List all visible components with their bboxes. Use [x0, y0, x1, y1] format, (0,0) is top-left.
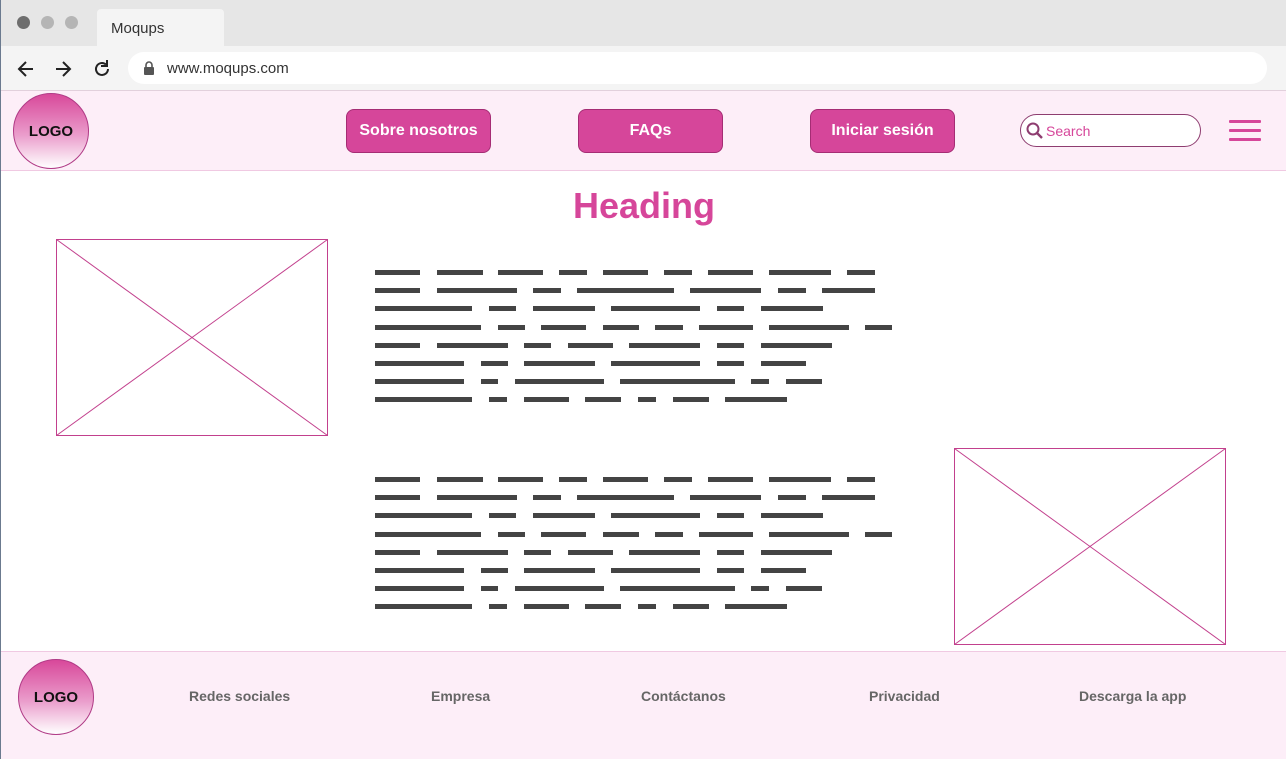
- back-arrow-icon[interactable]: [15, 58, 37, 80]
- footer-link-redes-sociales[interactable]: Redes sociales: [189, 688, 290, 704]
- window-minimize-dot[interactable]: [41, 16, 54, 29]
- footer-link-privacidad[interactable]: Privacidad: [869, 688, 940, 704]
- nav-button-faqs[interactable]: FAQs: [578, 109, 723, 153]
- hamburger-menu-icon[interactable]: [1229, 120, 1261, 142]
- site-header: LOGO Sobre nosotros FAQs Iniciar sesión: [1, 91, 1286, 171]
- forward-arrow-icon[interactable]: [52, 58, 74, 80]
- image-placeholder-icon: [954, 448, 1226, 645]
- browser-tab-bar: Moqups: [1, 0, 1286, 46]
- browser-window: Moqups www.moqups.com LOGO Sobre nosotro…: [0, 0, 1286, 759]
- browser-tab[interactable]: Moqups: [97, 9, 224, 46]
- browser-address-bar: www.moqups.com: [1, 46, 1286, 91]
- page-heading: Heading: [572, 185, 715, 226]
- nav-button-iniciar-sesion[interactable]: Iniciar sesión: [810, 109, 955, 153]
- header-logo[interactable]: LOGO: [13, 93, 89, 169]
- tab-title: Moqups: [111, 20, 165, 37]
- image-placeholder-icon: [56, 239, 328, 436]
- footer-link-empresa[interactable]: Empresa: [431, 688, 490, 704]
- window-close-dot[interactable]: [17, 16, 30, 29]
- footer-link-descarga-la-app[interactable]: Descarga la app: [1079, 688, 1186, 704]
- window-maximize-dot[interactable]: [65, 16, 78, 29]
- site-footer: LOGO Redes sociales Empresa Contáctanos …: [1, 651, 1286, 759]
- url-text: www.moqups.com: [167, 60, 289, 77]
- lock-icon: [144, 61, 154, 75]
- url-field[interactable]: www.moqups.com: [128, 52, 1267, 84]
- search-icon[interactable]: [1026, 122, 1044, 140]
- search-box[interactable]: [1020, 114, 1201, 147]
- footer-link-contactanos[interactable]: Contáctanos: [641, 688, 726, 704]
- reload-icon[interactable]: [91, 58, 113, 80]
- search-input[interactable]: [1046, 121, 1196, 141]
- nav-button-sobre-nosotros[interactable]: Sobre nosotros: [346, 109, 491, 153]
- footer-logo[interactable]: LOGO: [18, 659, 94, 735]
